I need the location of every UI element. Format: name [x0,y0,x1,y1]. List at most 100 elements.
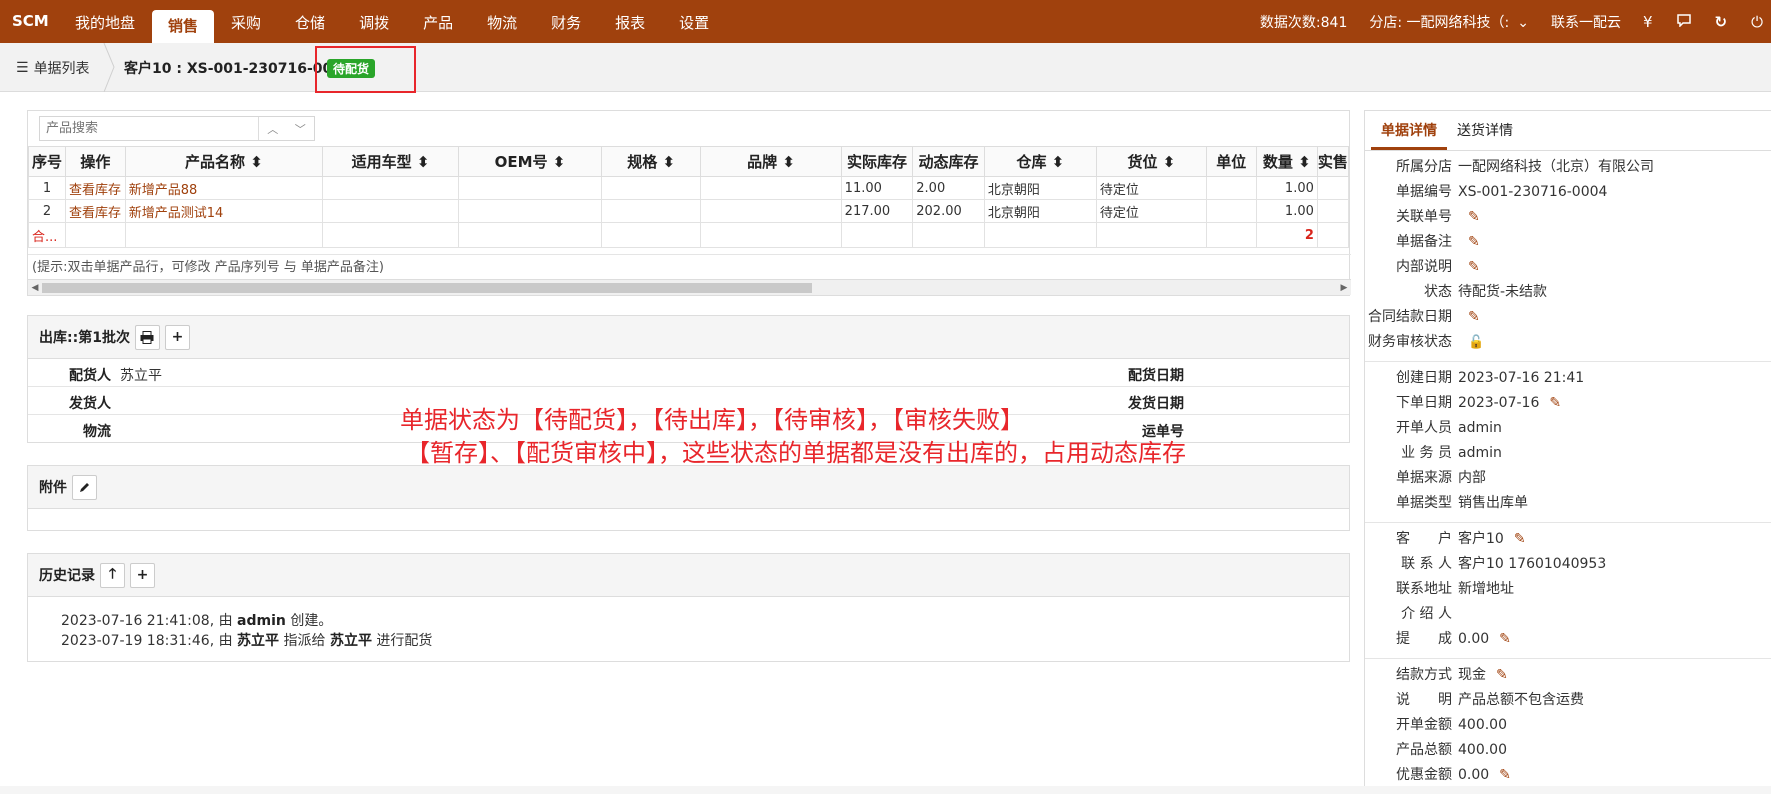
detail-value-text: admin [1458,420,1502,436]
nav-tab[interactable]: 报表 [598,0,662,43]
column-header[interactable]: 实售 [1316,146,1350,177]
column-header[interactable]: 产品名称 ⬍ [124,146,324,177]
table-cell [322,222,460,248]
contact-link[interactable]: 联系一配云 [1551,12,1621,32]
tab-delivery-detail[interactable]: 送货详情 [1447,112,1523,150]
detail-value-text: 0.00 [1458,767,1490,783]
print-icon [140,330,154,344]
horizontal-scrollbar[interactable]: ◀ ▶ [28,279,1351,295]
edit-icon[interactable]: ✎ [1496,667,1508,683]
detail-row: 单据类型 销售出库单 [1365,491,1771,516]
view-stock-link[interactable]: 查看库存 [69,206,121,221]
column-header[interactable]: 适用车型 ⬍ [322,146,460,177]
detail-value: ✎ [1458,255,1480,280]
nav-tab[interactable]: 销售 [152,10,215,43]
detail-value-text: 一配网络科技（北京）有限公司 [1458,159,1654,175]
detail-label: 单据类型 [1396,495,1452,511]
detail-row: 下单日期 2023-07-16 ✎ [1365,391,1771,416]
product-search-input[interactable] [40,117,258,139]
product-name-link[interactable]: 新增产品88 [129,183,198,198]
edit-icon[interactable]: ✎ [1468,209,1480,225]
detail-label: 结款方式 [1396,667,1452,683]
shipment-title: 出库::第1批次 [39,330,130,346]
edit-icon[interactable]: ✎ [1499,631,1511,647]
table-cell: 2 [1255,222,1318,248]
scroll-left-icon[interactable]: ◀ [28,281,42,295]
detail-value: 客户10 ✎ [1458,527,1526,552]
message-icon[interactable] [1676,13,1691,31]
table-cell [1316,222,1350,248]
product-name-link[interactable]: 新增产品测试14 [129,206,224,221]
branch-selector[interactable]: 分店: 一配网络科技（: ⌄ [1369,12,1529,32]
nav-tab[interactable]: 调拨 [342,0,406,43]
brand-logo[interactable]: SCM [0,0,58,43]
nav-tab[interactable]: 物流 [470,0,534,43]
nav-tab[interactable]: 产品 [406,0,470,43]
nav-tab[interactable]: 仓储 [278,0,342,43]
column-header[interactable]: 数量 ⬍ [1255,146,1318,177]
edit-icon[interactable]: ✎ [1514,531,1526,547]
column-header[interactable]: 动态库存 [912,146,985,177]
detail-value: ✎ [1458,305,1480,330]
table-row[interactable]: 1 查看库存 新增产品88 11.00 2.00 北京朝阳 待定位 1.00 [28,176,1350,200]
nav-tab[interactable]: 设置 [662,0,726,43]
scrollbar-thumb[interactable] [42,283,812,293]
edit-icon[interactable]: ✎ [1468,259,1480,275]
view-stock-link[interactable]: 查看库存 [69,183,121,198]
edit-icon[interactable]: ✎ [1468,309,1480,325]
nav-tab[interactable]: 采购 [214,0,278,43]
table-cell: 217.00 [840,199,914,223]
column-header[interactable]: 操作 [64,146,126,177]
edit-icon[interactable]: ✎ [1549,395,1561,411]
edit-icon[interactable]: ✎ [1468,234,1480,250]
add-button[interactable]: + [164,324,190,350]
chevron-up-icon[interactable]: ︿ [267,121,278,137]
scroll-right-icon[interactable]: ▶ [1337,281,1351,295]
detail-value: admin [1458,416,1502,441]
sum-row: 合... 2 [28,222,1350,248]
column-header[interactable]: 单位 [1205,146,1257,177]
highlight-box [315,46,416,93]
history-time: 2023-07-19 18:31:46, 由 [61,633,238,649]
nav-tab[interactable]: 我的地盘 [58,0,152,43]
table-cell [1205,222,1257,248]
edit-attachment-button[interactable] [72,474,97,500]
history-user: admin [237,613,286,629]
detail-value: 一配网络科技（北京）有限公司 [1458,155,1654,180]
detail-label: 产品总额 [1396,742,1452,758]
power-icon[interactable]: ⏻ [1751,13,1763,31]
detail-label: 介 绍 人 [1401,606,1452,622]
add-history-button[interactable]: + [130,562,155,588]
detail-row: 关联单号 ✎ [1365,205,1771,230]
table-cell [600,199,702,223]
table-cell: 查看库存 [64,176,126,200]
chevron-down-icon: ⌄ [1517,14,1529,31]
column-header[interactable]: OEM号 ⬍ [458,146,602,177]
table-cell [1095,222,1207,248]
edit-icon[interactable]: ✎ [1499,767,1511,783]
detail-value-text: 2023-07-16 [1458,395,1540,411]
nav-tab[interactable]: 财务 [534,0,598,43]
table-cell [1316,176,1350,200]
column-header[interactable]: 实际库存 [840,146,914,177]
table-cell: 新增产品88 [124,176,324,200]
collapse-button[interactable]: 🡑 [100,562,125,588]
breadcrumb-list-link[interactable]: ☰ 单据列表 [16,58,90,78]
pencil-icon [79,483,89,492]
tab-order-detail[interactable]: 单据详情 [1371,112,1447,150]
column-header[interactable]: 品牌 ⬍ [700,146,842,177]
print-button[interactable] [134,324,160,350]
table-row[interactable]: 2 查看库存 新增产品测试14 217.00 202.00 北京朝阳 待定位 1.00 [28,199,1350,223]
table-cell: 北京朝阳 [983,199,1097,223]
detail-value-text: admin [1458,445,1502,461]
detail-label: 财务审核状态 [1368,334,1452,350]
column-header[interactable]: 序号 [28,146,66,177]
column-header[interactable]: 规格 ⬍ [600,146,702,177]
chevron-down-icon[interactable]: ﹀ [295,121,306,137]
yen-icon[interactable]: ¥ [1643,13,1653,31]
column-header[interactable]: 货位 ⬍ [1095,146,1207,177]
refresh-icon[interactable]: ↻ [1715,13,1728,31]
detail-label: 合同结款日期 [1368,309,1452,325]
column-header[interactable]: 仓库 ⬍ [983,146,1097,177]
top-nav: SCM 我的地盘 销售 采购 仓储 调拨 产品 物流 财务 报表 设置 数据次数:841 分店: … [0,0,1771,43]
